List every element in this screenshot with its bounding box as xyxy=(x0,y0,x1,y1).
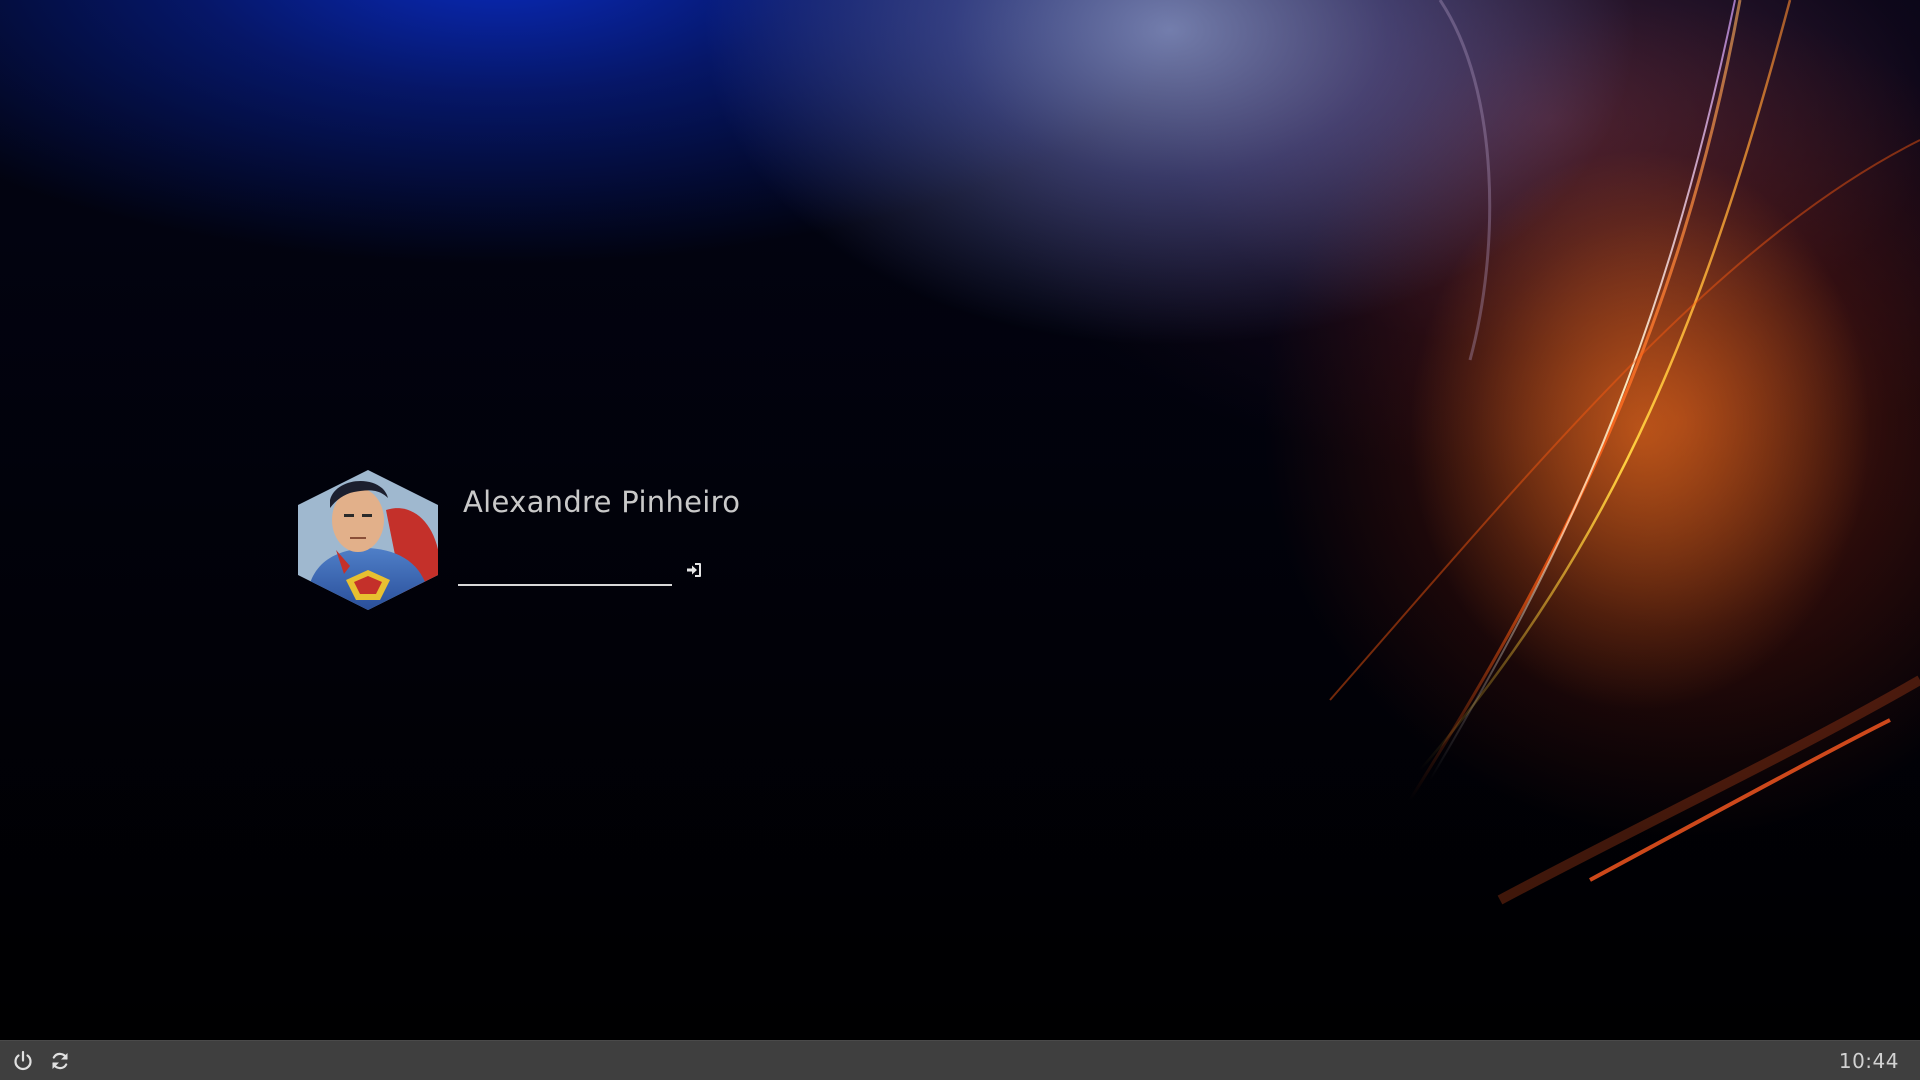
wallpaper-streak-5 xyxy=(1589,718,1891,882)
user-avatar[interactable] xyxy=(296,470,440,610)
bottom-panel: 10:44 xyxy=(0,1040,1920,1080)
login-screen: Alexandre Pinheiro 10:44 xyxy=(0,0,1920,1080)
password-field[interactable] xyxy=(458,556,672,586)
wallpaper-streak-6 xyxy=(1497,675,1920,905)
power-icon[interactable] xyxy=(11,1049,35,1073)
wallpaper-art xyxy=(1329,0,1920,905)
clock: 10:44 xyxy=(1838,1049,1899,1073)
restart-icon[interactable] xyxy=(48,1049,72,1073)
user-name: Alexandre Pinheiro xyxy=(463,485,741,519)
sign-in-icon[interactable] xyxy=(682,558,706,582)
